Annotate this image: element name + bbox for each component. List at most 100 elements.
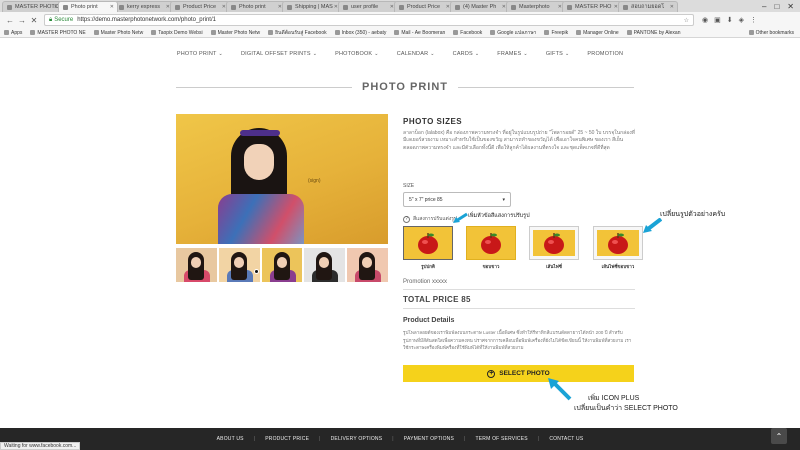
browser-tab[interactable]: MASTER PHOTO ✕ [2, 1, 62, 12]
annotation-example: เปลี่ยนรูปตัวอย่างครับ [660, 211, 726, 218]
footer-link-price[interactable]: PRODUCT PRICE [265, 436, 309, 442]
print-option[interactable]: เส้นไฟซี่ [529, 226, 579, 270]
footer-link-contact[interactable]: CONTACT US [549, 436, 583, 442]
tab-favicon-icon [567, 4, 572, 10]
size-select[interactable]: 5" x 7" price 85 ▾ [403, 192, 511, 207]
browser-tab[interactable]: Product Price ✕ [170, 1, 230, 12]
browser-tab[interactable]: Shipping | MAS ✕ [282, 1, 342, 12]
bookmark-item[interactable]: Freepik [544, 30, 568, 36]
nav-item-photobook[interactable]: PHOTOBOOK ⌄ [335, 51, 379, 57]
site-nav: PHOTO PRINT ⌄ DIGITAL OFFSET PRINTS ⌄ PHOT… [0, 38, 800, 70]
chevron-down-icon: ⌄ [430, 51, 435, 57]
folder-icon [748, 30, 754, 35]
forward-icon[interactable]: → [16, 16, 28, 25]
browser-status: Waiting for www.facebook.com... [0, 442, 81, 450]
chevron-up-icon: ⌃ [775, 431, 783, 441]
bookmark-item[interactable]: Master Photo Netw [210, 30, 260, 36]
footer-link-terms[interactable]: TERM OF SERVICES [476, 436, 528, 442]
total-price: TOTAL PRICE 85 [403, 295, 471, 304]
tab-label: MASTER PHO [575, 4, 612, 10]
extension-icon[interactable]: ◉ [702, 16, 708, 24]
thumbnail-pager-dot[interactable] [254, 269, 259, 274]
details-text: รูปโพลาลอยด์ของเราพิมพ์ลงบนกระดาษ Luster… [403, 330, 632, 351]
bookmark-icon [394, 30, 400, 35]
footer-link-payment[interactable]: PAYMENT OPTIONS [404, 436, 454, 442]
option-preview [403, 226, 453, 260]
browser-tab[interactable]: สอบถามยอดโ ✕ [618, 1, 678, 12]
nav-item-calendar[interactable]: CALENDAR ⌄ [397, 51, 435, 57]
back-icon[interactable]: ← [4, 16, 16, 25]
close-window-icon[interactable]: ✕ [787, 2, 794, 11]
browser-tab[interactable]: (4) Master Ph ✕ [450, 1, 510, 12]
other-bookmarks[interactable]: Other bookmarks [748, 30, 800, 36]
tab-label: kerry express [127, 4, 161, 10]
bookmark-item[interactable]: Manager Online [576, 30, 619, 36]
print-option[interactable]: ขอบขาว [466, 226, 516, 270]
download-icon[interactable]: ⬇ [727, 16, 733, 24]
bookmark-item[interactable]: MASTER PHOTO NE [30, 30, 86, 36]
browser-tab[interactable]: Masterphoto ✕ [506, 1, 566, 12]
browser-tab[interactable]: user profile ✕ [338, 1, 398, 12]
maximize-icon[interactable]: □ [774, 2, 779, 11]
url-input[interactable]: 🔒︎ Secure https://demo.masterphotonetwor… [44, 14, 694, 26]
option-preview [529, 226, 579, 260]
window-controls: – □ ✕ [762, 0, 798, 12]
tab-favicon-icon [399, 4, 404, 10]
browser-tab[interactable]: Product Price ✕ [394, 1, 454, 12]
browser-tab[interactable]: Photo print ✕ [226, 1, 286, 12]
select-photo-button[interactable]: + SELECT PHOTO [403, 365, 634, 382]
bookmark-item[interactable]: Taopix Demo Websi [151, 30, 203, 36]
browser-tab[interactable]: MASTER PHO ✕ [562, 1, 622, 12]
bookmark-item[interactable]: PANTONE by Alexan [626, 30, 681, 36]
apple-icon [608, 233, 628, 254]
color-hint-label: สีแสงการปรับแต่งรูป [413, 216, 458, 222]
bookmark-item[interactable]: Facebook [453, 30, 482, 36]
nav-item-frames[interactable]: FRAMES ⌄ [497, 51, 528, 57]
thumbnail[interactable] [218, 248, 260, 282]
minimize-icon[interactable]: – [762, 2, 766, 11]
bookmark-star-icon[interactable]: ☆ [684, 17, 689, 24]
nav-label: GIFTS [545, 51, 564, 57]
site-footer: ABOUT US | PRODUCT PRICE | DELIVERY OPTI… [0, 428, 800, 450]
extension-icon[interactable]: ◈ [739, 16, 744, 24]
nav-item-photo-print[interactable]: PHOTO PRINT ⌄ [177, 51, 223, 57]
nav-item-cards[interactable]: CARDS ⌄ [453, 51, 480, 57]
menu-icon[interactable]: ⋮ [750, 16, 757, 24]
print-option[interactable]: รูปปกติ [403, 226, 453, 270]
scroll-to-top-button[interactable]: ⌃ [771, 428, 787, 444]
browser-tab-strip: MASTER PHOTO ✕ Photo print ✕ kerry express… [0, 0, 800, 12]
bookmark-item[interactable]: Google แปลภาษา [490, 29, 536, 37]
extension-icon[interactable]: ▣ [714, 16, 721, 24]
help-icon[interactable]: ? [403, 215, 410, 223]
bookmark-item[interactable]: Apps [4, 30, 22, 36]
close-icon[interactable]: ✕ [670, 4, 674, 10]
footer-link-delivery[interactable]: DELIVERY OPTIONS [331, 436, 383, 442]
print-option[interactable]: เส้นไฟซี่ขอบขาว [593, 226, 643, 270]
bookmark-item[interactable]: Master Photo Netw [93, 30, 143, 36]
nav-item-digital-offset[interactable]: DIGITAL OFFSET PRINTS ⌄ [241, 51, 317, 57]
thumbnail[interactable] [261, 248, 303, 282]
tab-favicon-icon [7, 4, 12, 10]
bookmark-label: Facebook [460, 29, 483, 36]
tab-label: Product Price [183, 4, 217, 10]
nav-item-gifts[interactable]: GIFTS ⌄ [546, 51, 570, 57]
bookmark-icon [30, 30, 36, 35]
photo-subject-hairband [240, 130, 280, 136]
annotation-arrow-icon [453, 212, 468, 223]
browser-tab-active[interactable]: Photo print ✕ [58, 1, 118, 12]
thumbnail[interactable] [176, 248, 217, 282]
page-title: PHOTO PRINT [362, 81, 448, 93]
bookmark-item[interactable]: ยินดีต้อนรับสู่ Facebook [268, 29, 327, 37]
bookmark-item[interactable]: Inbox (350) - aebaty [334, 30, 386, 36]
promotion-text: Promotion xxxxx [403, 279, 448, 285]
thumbnail[interactable] [347, 248, 388, 282]
nav-item-promotion[interactable]: PROMOTION [587, 51, 623, 57]
reload-icon[interactable]: ✕ [28, 16, 40, 25]
browser-tab[interactable]: kerry express ✕ [114, 1, 174, 12]
nav-label: PHOTO PRINT [176, 51, 217, 57]
thumbnail[interactable] [304, 248, 346, 282]
bookmark-item[interactable]: Mail - Ae Boomeran [394, 30, 445, 36]
footer-link-about[interactable]: ABOUT US [217, 436, 244, 442]
option-preview [466, 226, 516, 260]
close-icon[interactable]: ✕ [110, 4, 114, 10]
